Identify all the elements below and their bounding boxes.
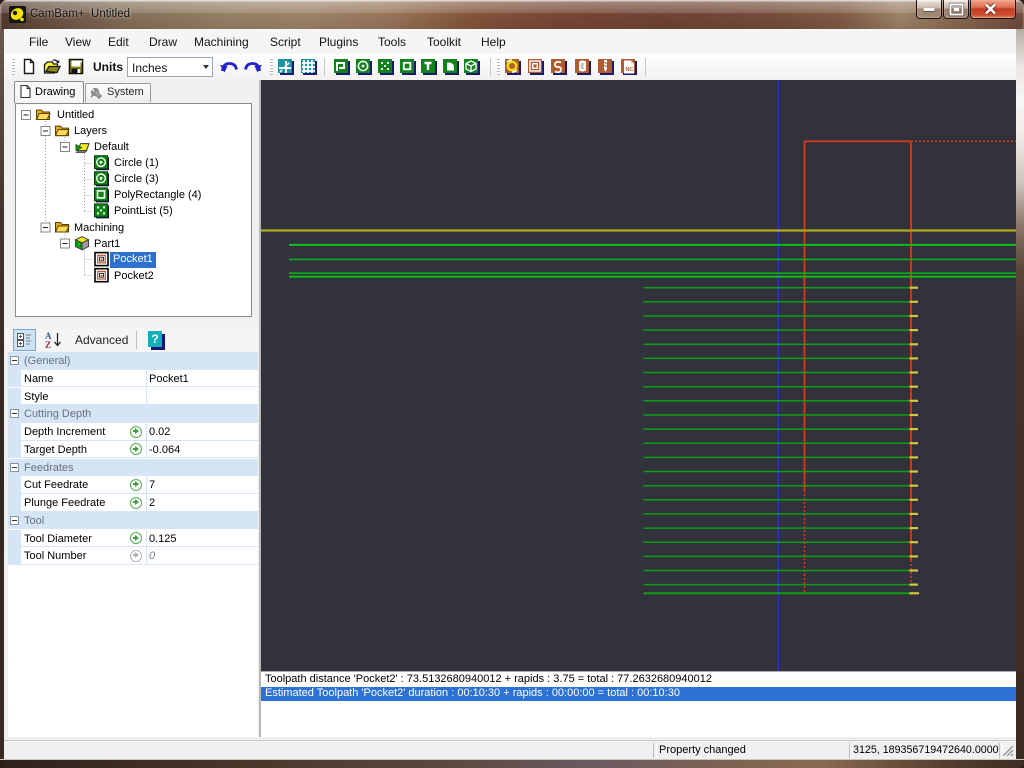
svg-text:Z: Z: [45, 340, 51, 349]
svg-text:NC: NC: [626, 67, 634, 73]
